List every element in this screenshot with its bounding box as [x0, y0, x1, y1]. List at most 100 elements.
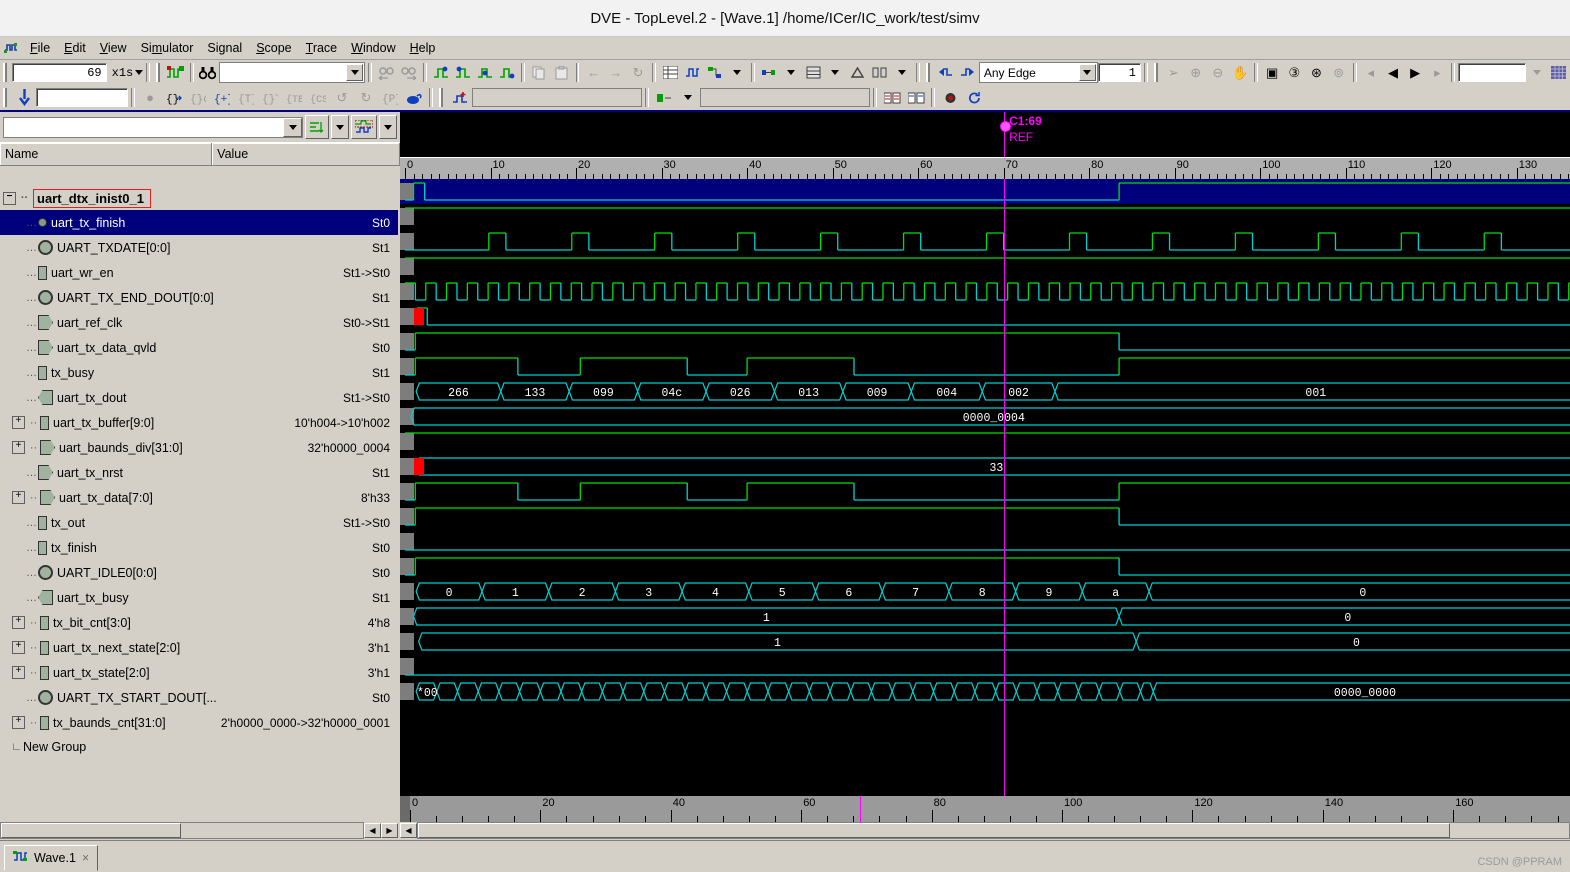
- waveform-row[interactable]: [400, 354, 1570, 379]
- compare-signals-2-icon[interactable]: [904, 87, 928, 109]
- memory-icon[interactable]: [802, 62, 824, 84]
- signal-name-cell[interactable]: … uart_tx_nrst: [0, 465, 372, 480]
- time-input[interactable]: 69: [11, 63, 107, 82]
- sort-signals-icon[interactable]: [305, 115, 329, 139]
- menu-help[interactable]: Help: [403, 39, 443, 57]
- signal-name-cell[interactable]: … tx_out: [0, 515, 343, 530]
- toolbar2-grip-2[interactable]: [439, 88, 445, 107]
- expand-icon[interactable]: +: [12, 441, 25, 454]
- waveform-row[interactable]: 0000_0004: [400, 404, 1570, 429]
- format-p-icon[interactable]: {P}: [378, 87, 402, 109]
- signal-name-cell[interactable]: + ·· uart_tx_buffer[9:0]: [0, 415, 294, 430]
- sort-chevron-down-icon[interactable]: [331, 115, 349, 139]
- edge-mode-chevron-down-icon[interactable]: [1078, 64, 1096, 81]
- menu-view[interactable]: View: [93, 39, 134, 57]
- waveform-row[interactable]: [400, 654, 1570, 679]
- signal-row[interactable]: + ·· uart_tx_buffer[9:0] 10'h004->10'h002: [0, 410, 398, 435]
- assertion-icon[interactable]: [846, 62, 868, 84]
- compare-signals-icon[interactable]: [880, 87, 904, 109]
- aux-field-1[interactable]: [1458, 63, 1526, 82]
- waveform-row[interactable]: 10: [400, 604, 1570, 629]
- list-view-icon[interactable]: [659, 62, 681, 84]
- wave-hscroll-thumb[interactable]: [418, 823, 1450, 838]
- signal-row[interactable]: … tx_finish St0: [0, 535, 398, 560]
- signal-row[interactable]: + ·· tx_bit_cnt[3:0] 4'h8: [0, 610, 398, 635]
- tab-close-icon[interactable]: ×: [82, 851, 89, 865]
- marker-field[interactable]: [472, 88, 642, 107]
- wave-hscrollbar[interactable]: [417, 822, 1570, 839]
- group-collapse-icon[interactable]: −: [3, 191, 16, 205]
- signal-row[interactable]: … UART_TXDATE[0:0] St1: [0, 235, 398, 260]
- signal-name-cell[interactable]: … UART_TXDATE[0:0]: [0, 240, 372, 255]
- expand-icon[interactable]: +: [12, 666, 25, 679]
- toolbar-grip-3[interactable]: [925, 63, 932, 82]
- copy-icon[interactable]: [528, 62, 550, 84]
- menu-edit[interactable]: Edit: [57, 39, 93, 57]
- signal-row[interactable]: + ·· uart_tx_next_state[2:0] 3'h1: [0, 635, 398, 660]
- binoculars-search-icon[interactable]: [197, 62, 219, 84]
- redo-icon[interactable]: →: [605, 62, 627, 84]
- bookmark-prev-icon[interactable]: ◂: [1360, 62, 1382, 84]
- wave-style-chevron-down-icon[interactable]: [379, 115, 397, 139]
- toolbar2-grip[interactable]: [3, 88, 9, 107]
- signal-name-cell[interactable]: + ·· tx_baunds_cnt[31:0]: [0, 715, 221, 730]
- signal-name-cell[interactable]: … uart_tx_data_qvld: [0, 340, 372, 355]
- signal-name-cell[interactable]: … tx_busy: [0, 365, 372, 380]
- radix-field[interactable]: [700, 88, 870, 107]
- waveform-row[interactable]: [400, 329, 1570, 354]
- waveform-row[interactable]: [400, 254, 1570, 279]
- mouse-pointer-icon[interactable]: [402, 87, 426, 109]
- new-group-item[interactable]: ∟ New Group: [0, 735, 398, 759]
- add-signal-b4-icon[interactable]: [496, 62, 518, 84]
- waveform-row[interactable]: [400, 479, 1570, 504]
- column-header-value[interactable]: Value: [212, 143, 400, 165]
- signal-row[interactable]: … tx_busy St1: [0, 360, 398, 385]
- time-ruler[interactable]: 0 10 20 30 40 50 60 70 80 90 100 110 120 130: [400, 157, 1570, 181]
- aux-chevron-down-icon[interactable]: [1526, 62, 1548, 84]
- signal-row[interactable]: + ·· uart_tx_state[2:0] 3'h1: [0, 660, 398, 685]
- signal-name-cell[interactable]: … uart_ref_clk: [0, 315, 343, 330]
- menu-scope[interactable]: Scope: [249, 39, 298, 57]
- signal-name-cell[interactable]: … UART_TX_START_DOUT[...: [0, 690, 372, 705]
- signal-row[interactable]: … uart_tx_busy St1: [0, 585, 398, 610]
- signal-row[interactable]: … uart_ref_clk St0->St1: [0, 310, 398, 335]
- add-wave-marker-icon[interactable]: [448, 87, 472, 109]
- format-0t-icon[interactable]: {}T: [258, 87, 282, 109]
- toolbar-grip[interactable]: [3, 63, 9, 82]
- wave-scroll-left-button[interactable]: ◀: [400, 823, 417, 838]
- signal-name-cell[interactable]: + ·· tx_bit_cnt[3:0]: [0, 615, 368, 630]
- waveform-row[interactable]: [400, 529, 1570, 554]
- overview-ruler[interactable]: 0 20 40 60 80 100 120 140 160: [400, 796, 1570, 822]
- select-cursor-icon[interactable]: ➢: [1162, 62, 1184, 84]
- zoom-out-icon[interactable]: ⊖: [1207, 62, 1229, 84]
- toolbar-grip-4[interactable]: [1153, 63, 1160, 82]
- signal-name-cell[interactable]: … uart_tx_busy: [0, 590, 372, 605]
- compare-chevron-down-icon[interactable]: [891, 62, 913, 84]
- signal-row[interactable]: … uart_tx_finish St0: [0, 210, 398, 235]
- bookmark-next-icon[interactable]: ▸: [1426, 62, 1448, 84]
- path-schematic-icon[interactable]: [758, 62, 780, 84]
- memory-chevron-down-icon[interactable]: [824, 62, 846, 84]
- format-t-icon[interactable]: {T}: [234, 87, 258, 109]
- waveform-row[interactable]: [400, 179, 1570, 204]
- signal-row[interactable]: … uart_wr_en St1->St0: [0, 260, 398, 285]
- waveform-row[interactable]: [400, 229, 1570, 254]
- add-signal-b1-icon[interactable]: [430, 62, 452, 84]
- signal-name-cell[interactable]: … UART_TX_END_DOUT[0:0]: [0, 290, 372, 305]
- next-edge-icon[interactable]: [957, 62, 979, 84]
- waveform-row[interactable]: 266 133 099 04c 026 013 009 004 002 001: [400, 379, 1570, 404]
- grid-icon[interactable]: [1548, 62, 1570, 84]
- path-chevron-down-icon[interactable]: [780, 62, 802, 84]
- waveform-canvas[interactable]: 266 133 099 04c 026 013 009 004 002 001 0000_0004 3…: [400, 179, 1570, 799]
- signal-row[interactable]: … UART_TX_END_DOUT[0:0] St1: [0, 285, 398, 310]
- bus-radix-icon[interactable]: [652, 87, 676, 109]
- refresh-cs-icon[interactable]: ↺: [330, 87, 354, 109]
- wave-view-icon[interactable]: [681, 62, 703, 84]
- add-signal-b3-icon[interactable]: [474, 62, 496, 84]
- signal-name-cell[interactable]: … uart_tx_finish: [0, 216, 372, 230]
- waveform-icon[interactable]: [165, 62, 187, 84]
- signal-name-cell[interactable]: … uart_wr_en: [0, 265, 343, 280]
- waveform-row[interactable]: 0 1 2 3 4 5 6 7 8 9 a 0: [400, 579, 1570, 604]
- signal-list-hscrollbar[interactable]: [0, 822, 364, 839]
- toolbar-grip-2[interactable]: [156, 63, 162, 82]
